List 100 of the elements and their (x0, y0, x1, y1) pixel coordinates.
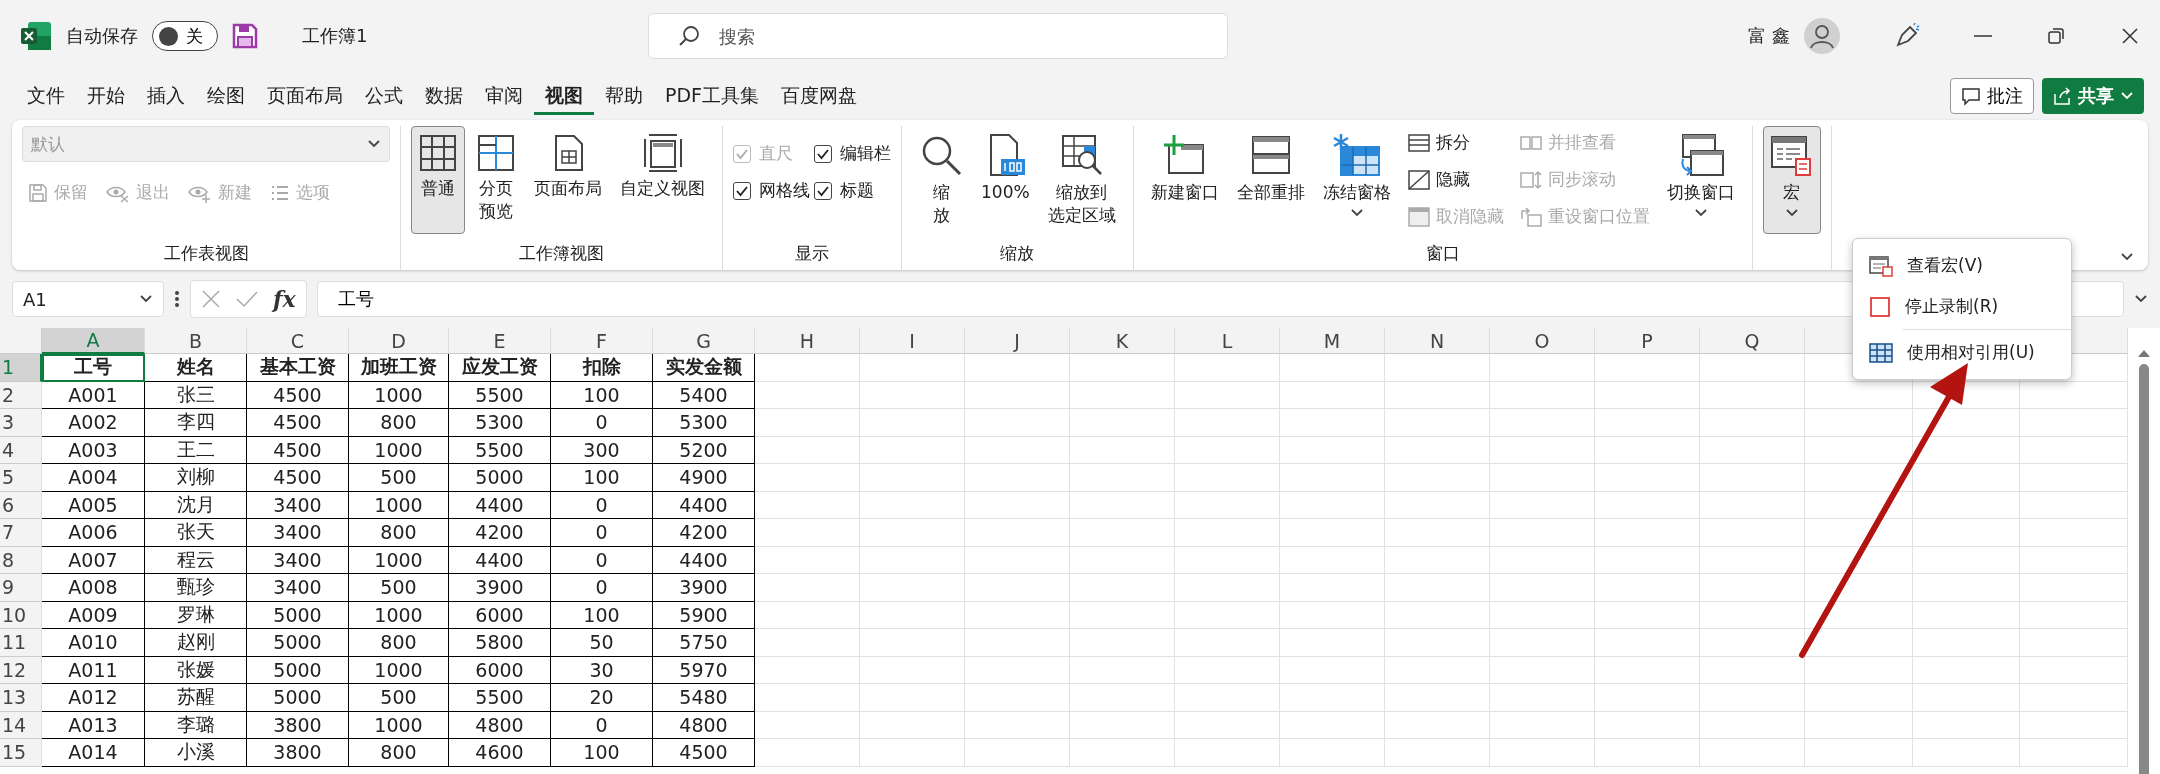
column-header[interactable]: O (1490, 328, 1595, 354)
check-icon (817, 184, 829, 197)
row-header[interactable]: 2 (0, 381, 42, 409)
ribbon-button[interactable]: 自定义视图 (613, 126, 712, 234)
column-header[interactable]: J (965, 328, 1070, 354)
ribbon-tab[interactable]: 审阅 (474, 77, 534, 115)
pen-button[interactable] (1894, 23, 1920, 49)
column-header[interactable]: Q (1700, 328, 1805, 354)
column-header[interactable]: C (247, 328, 349, 354)
ribbon-button[interactable]: 全部重排 (1229, 126, 1312, 234)
row-header[interactable]: 4 (0, 436, 42, 464)
column-header[interactable]: K (1070, 328, 1175, 354)
table-cell: 张三 (145, 381, 247, 409)
table-cell: A010 (42, 629, 145, 657)
ribbon-tab[interactable]: 插入 (136, 77, 196, 115)
checkbox[interactable] (814, 144, 832, 163)
ribbon-button[interactable]: 切换窗口 (1659, 126, 1742, 234)
ribbon-button[interactable]: 分页 预览 (469, 126, 523, 234)
table-cell: 800 (349, 739, 449, 767)
row-header[interactable]: 9 (0, 574, 42, 602)
table-cell: A014 (42, 739, 145, 767)
table-cell: 1000 (349, 601, 449, 629)
ribbon-button[interactable]: 新建窗口 (1143, 126, 1226, 234)
comment-button[interactable]: 批注 (1950, 78, 2034, 114)
row-header[interactable]: 14 (0, 711, 42, 739)
table-cell: 王二 (145, 436, 247, 464)
ribbon-button[interactable]: 普通 (411, 126, 465, 234)
scrollbar-thumb[interactable] (2139, 364, 2149, 774)
share-button[interactable]: 共享 (2042, 78, 2144, 114)
table-cell: 小溪 (145, 739, 247, 767)
table-cell: 100 (551, 739, 653, 767)
restore-button[interactable] (2046, 26, 2066, 46)
ribbon-button[interactable]: 缩 放 (912, 126, 970, 234)
column-header[interactable]: G (653, 328, 755, 354)
table-cell: 4500 (247, 409, 349, 437)
ribbon-tab[interactable]: 绘图 (196, 77, 256, 115)
column-header[interactable]: D (349, 328, 449, 354)
ribbon-tab[interactable]: 开始 (76, 77, 136, 115)
check-icon (817, 147, 829, 160)
ribbon-tab[interactable]: 帮助 (594, 77, 654, 115)
ribbon-button[interactable]: 拆分 (1401, 126, 1510, 159)
table-cell: 5300 (653, 409, 755, 437)
ribbon-button[interactable]: 隐藏 (1401, 163, 1510, 196)
reset-position-icon (1519, 206, 1542, 227)
row-header[interactable]: 8 (0, 546, 42, 574)
ribbon-button[interactable]: 冻结窗格 (1315, 126, 1398, 234)
name-box[interactable]: A1 (12, 281, 164, 317)
ribbon-tab[interactable]: PDF工具集 (654, 77, 771, 115)
column-header[interactable]: A (42, 328, 145, 354)
chevron-down-icon (367, 139, 381, 149)
row-header[interactable]: 13 (0, 684, 42, 712)
column-header[interactable]: N (1385, 328, 1490, 354)
stop-square-icon (1869, 295, 1891, 318)
share-icon (2052, 86, 2072, 106)
column-header[interactable]: L (1175, 328, 1280, 354)
row-header[interactable]: 5 (0, 464, 42, 492)
new-window-icon (1162, 133, 1207, 177)
ribbon-button[interactable]: 缩放到 选定区域 (1040, 126, 1123, 234)
ribbon-tab[interactable]: 文件 (16, 77, 76, 115)
autosave-toggle[interactable]: 关 (152, 21, 218, 51)
row-header[interactable]: 6 (0, 491, 42, 519)
column-header[interactable]: H (755, 328, 860, 354)
ribbon-tab[interactable]: 页面布局 (256, 77, 354, 115)
column-header[interactable]: E (449, 328, 551, 354)
table-cell: 3400 (247, 519, 349, 547)
ribbon-tab[interactable]: 数据 (414, 77, 474, 115)
row-header[interactable]: 12 (0, 656, 42, 684)
save-icon (232, 23, 258, 49)
table-cell: 5400 (653, 381, 755, 409)
checkbox[interactable] (733, 181, 751, 200)
macro-icon (1769, 133, 1814, 177)
ribbon-tab[interactable]: 视图 (534, 77, 594, 115)
search-field[interactable]: 搜索 (647, 13, 1228, 59)
ribbon-tab[interactable]: 百度网盘 (770, 77, 869, 115)
column-header[interactable]: P (1595, 328, 1700, 354)
column-header[interactable]: B (145, 328, 247, 354)
column-header[interactable]: F (551, 328, 653, 354)
table-cell: 300 (551, 436, 653, 464)
table-cell: 0 (551, 409, 653, 437)
column-header[interactable]: M (1280, 328, 1385, 354)
checkbox-label: 网格线 (759, 179, 810, 202)
checkbox-label: 标题 (840, 179, 874, 202)
collapse-ribbon-button[interactable] (2120, 252, 2134, 262)
checkbox[interactable] (814, 181, 832, 200)
row-header[interactable]: 10 (0, 601, 42, 629)
ribbon-button[interactable]: 页面布局 (527, 126, 609, 234)
row-header[interactable]: 15 (0, 739, 42, 767)
row-header[interactable]: 1 (0, 354, 42, 382)
ribbon-button[interactable]: 100% (974, 126, 1037, 234)
column-header[interactable]: I (860, 328, 965, 354)
table-cell: 1000 (349, 656, 449, 684)
insert-function-button[interactable]: fx (273, 286, 296, 312)
ribbon-tab[interactable]: 公式 (354, 77, 414, 115)
close-button[interactable] (2120, 26, 2140, 46)
row-header[interactable]: 11 (0, 629, 42, 657)
table-cell: 实发金额 (653, 354, 755, 382)
row-header[interactable]: 3 (0, 409, 42, 437)
unhide-icon (1407, 206, 1430, 227)
row-header[interactable]: 7 (0, 519, 42, 547)
ribbon-button[interactable]: 宏 (1762, 126, 1821, 234)
